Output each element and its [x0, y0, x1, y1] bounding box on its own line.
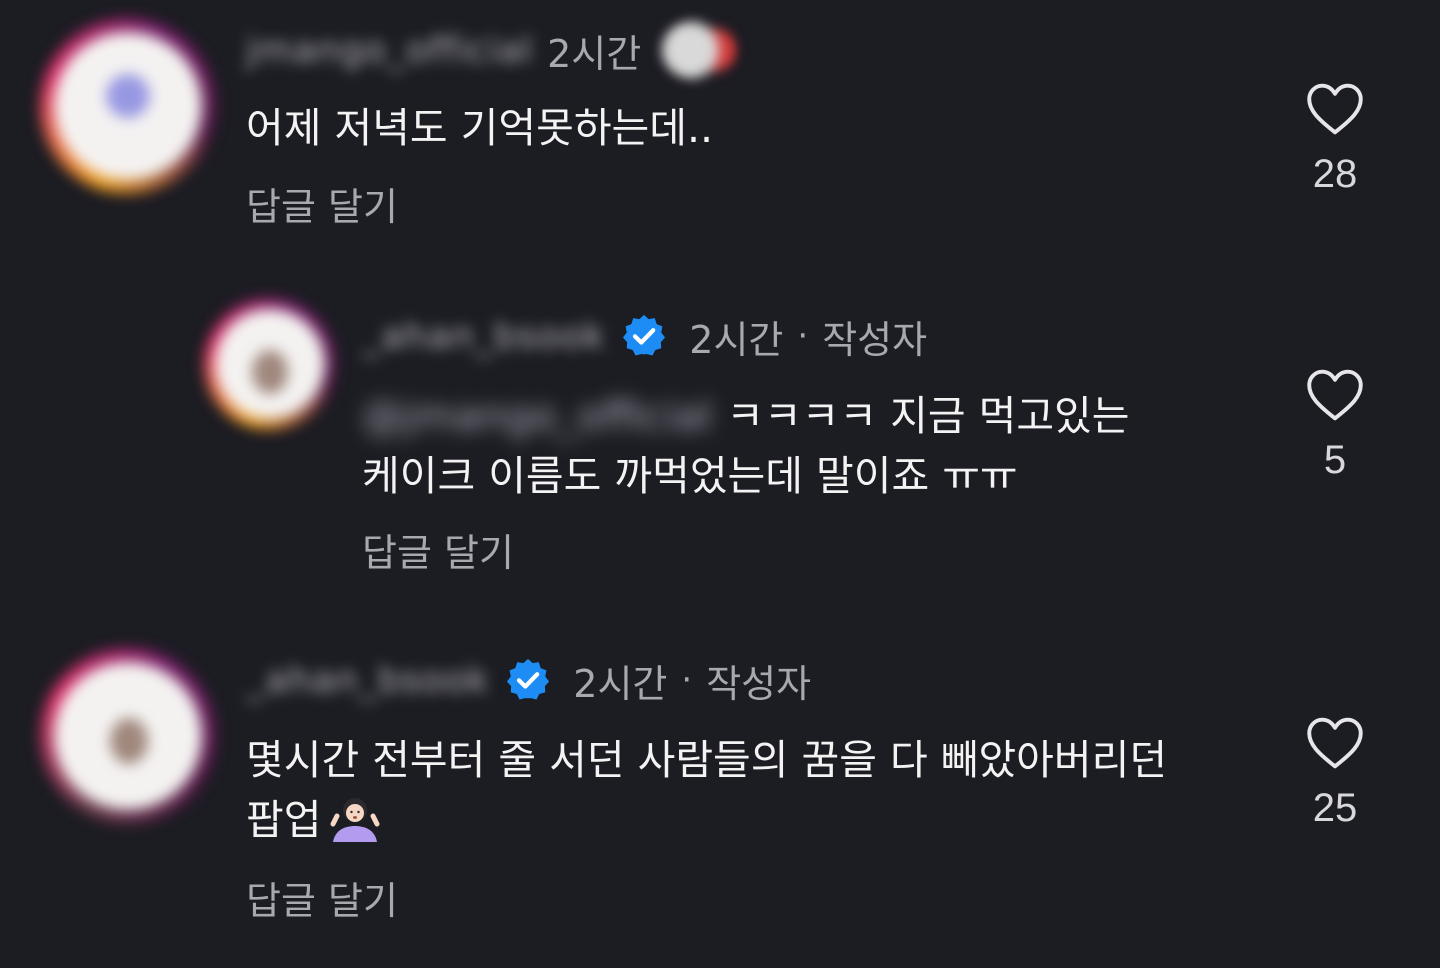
comment-text: 어제 저녁도 기억못하는데..	[246, 104, 714, 152]
comment-text-line: @jmango_official ㅋㅋㅋㅋ 지금 먹고있는	[362, 386, 1130, 446]
comment-item: jmango_official 2시간 어제 저녁도 기억못하는데.. 답글 달…	[0, 0, 1440, 250]
comment-text-line: 몇시간 전부터 줄 서던 사람들의 꿈을 다 빼았아버리던	[246, 736, 1168, 784]
avatar[interactable]	[40, 648, 216, 824]
heart-icon[interactable]	[1305, 716, 1365, 770]
blurred-sticker	[659, 18, 738, 82]
comment-text-line: 팝업	[246, 790, 1167, 850]
like-button[interactable]: 28	[1275, 82, 1395, 197]
mention-link[interactable]: @jmango_official	[362, 386, 712, 446]
reply-button[interactable]: 답글 달기	[246, 870, 398, 925]
heart-icon[interactable]	[1305, 82, 1365, 136]
author-badge: 작성자	[822, 317, 928, 362]
timestamp: 2시간	[689, 317, 784, 362]
avatar[interactable]	[40, 18, 216, 194]
comment-text: 몇시간 전부터 줄 서던 사람들의 꿈을 다 빼았아버리던 팝업	[246, 730, 1167, 850]
reply-comment-item: _ahan_bsook 2시간 · 작성자 @jmango_official ㅋㅋ…	[0, 290, 1440, 600]
reply-button[interactable]: 답글 달기	[246, 176, 398, 231]
timestamp: 2시간	[547, 31, 642, 76]
like-count: 28	[1312, 152, 1358, 196]
like-count: 25	[1312, 786, 1358, 830]
separator-dot: ·	[797, 316, 809, 356]
comment-header: _ahan_bsook 2시간 · 작성자	[246, 650, 811, 710]
reply-button[interactable]: 답글 달기	[362, 522, 514, 577]
comment-text-segment: 팝업	[246, 796, 322, 844]
comment-header: _ahan_bsook 2시간 · 작성자	[362, 306, 927, 366]
author-badge: 작성자	[706, 661, 812, 706]
comment-text: @jmango_official ㅋㅋㅋㅋ 지금 먹고있는 케이크 이름도 까먹었…	[362, 386, 1130, 506]
like-button[interactable]: 25	[1275, 716, 1395, 831]
heart-icon[interactable]	[1305, 368, 1365, 422]
woman-shrugging-emoji-icon	[330, 798, 380, 842]
avatar[interactable]	[204, 298, 336, 430]
comment-header: jmango_official 2시간	[246, 18, 738, 82]
comment-item: _ahan_bsook 2시간 · 작성자 몇시간 전부터 줄 서던 사람들의 …	[0, 640, 1440, 960]
separator-dot: ·	[681, 660, 693, 700]
verified-badge-icon	[623, 314, 666, 356]
comment-text-segment: ㅋㅋㅋㅋ 지금 먹고있는	[726, 392, 1130, 440]
comment-text-line: 케이크 이름도 까먹었는데 말이죠 ㅠㅠ	[362, 452, 1018, 500]
username[interactable]: _ahan_bsook	[362, 316, 605, 357]
username[interactable]: jmango_official	[246, 30, 533, 71]
timestamp: 2시간	[573, 661, 668, 706]
like-button[interactable]: 5	[1275, 368, 1395, 483]
like-count: 5	[1323, 438, 1347, 482]
verified-badge-icon	[507, 658, 550, 700]
username[interactable]: _ahan_bsook	[246, 660, 489, 701]
